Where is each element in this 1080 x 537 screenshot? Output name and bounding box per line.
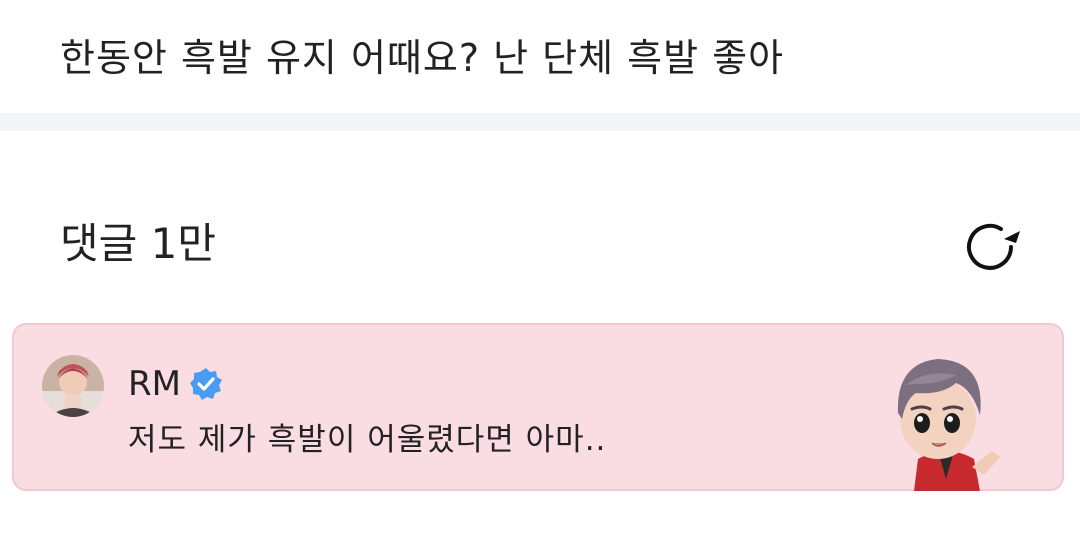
post-text: 한동안 흑발 유지 어때요? 난 단체 흑발 좋아	[60, 36, 785, 80]
comment-author-name[interactable]: RM	[128, 361, 181, 407]
verified-badge-icon	[189, 367, 223, 401]
post-comments-screen: 한동안 흑발 유지 어때요? 난 단체 흑발 좋아 댓글 1만 RM 저도 제가…	[0, 0, 1080, 537]
refresh-button[interactable]	[958, 216, 1024, 278]
pinned-comment-card[interactable]: RM 저도 제가 흑발이 어울렸다면 아마..	[12, 323, 1064, 491]
avatar[interactable]	[42, 355, 104, 417]
comment-text: 저도 제가 흑발이 어울렸다면 아마..	[128, 422, 607, 458]
section-divider	[0, 113, 1080, 131]
refresh-icon	[967, 223, 1020, 270]
comments-count-label: 댓글 1만	[60, 219, 216, 268]
comment-author-row: RM	[128, 361, 223, 407]
character-sticker	[876, 339, 1016, 491]
